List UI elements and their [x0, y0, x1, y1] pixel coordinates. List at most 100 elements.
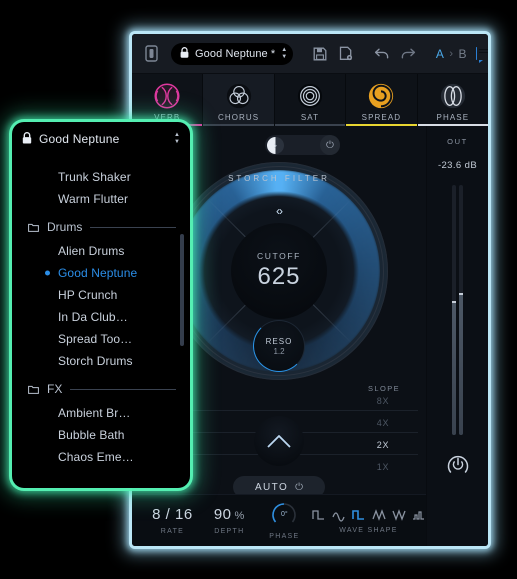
ramp-down-wave-icon[interactable] — [391, 507, 406, 522]
slope-option-2x[interactable]: 2X — [366, 440, 400, 450]
auto-power-icon[interactable]: ⏻ — [295, 482, 303, 493]
preset-browser-header[interactable]: Good Neptune ▲ ▼ — [12, 122, 190, 156]
lock-icon — [180, 46, 189, 61]
module-power-button[interactable]: ⏻ — [320, 135, 340, 155]
step-wave-icon[interactable] — [411, 507, 426, 522]
waveshape-options — [311, 507, 426, 522]
phase-icon — [440, 83, 465, 108]
tab-label: SAT — [300, 112, 320, 122]
ab-slot-a[interactable]: A — [436, 47, 445, 61]
list-item[interactable]: Storch Drums — [12, 350, 190, 372]
preset-browser-stepper[interactable]: ▲ ▼ — [174, 132, 180, 145]
slope-option-1x[interactable]: 1X — [366, 462, 400, 472]
spread-icon — [369, 83, 394, 108]
list-item[interactable]: Alien Drums — [12, 240, 190, 262]
phase-knob[interactable]: 0° — [271, 502, 297, 528]
comment-icon[interactable] — [476, 47, 488, 63]
ab-compare[interactable]: A › B — [436, 47, 467, 61]
list-item[interactable]: Warm Flutter — [12, 188, 190, 210]
saw-up-wave-icon[interactable] — [311, 507, 326, 522]
phase-label: PHASE — [269, 532, 300, 540]
preset-browser-title: Good Neptune — [39, 132, 120, 146]
tab-sat[interactable]: SAT — [274, 74, 347, 126]
depth-value: 90% — [213, 506, 245, 523]
list-item-selected[interactable]: Good Neptune — [12, 262, 190, 284]
list-item[interactable]: In Da Club… — [12, 306, 190, 328]
sine-wave-icon[interactable] — [331, 507, 346, 522]
ab-separator: › — [449, 47, 454, 60]
group-label: Drums — [47, 220, 83, 234]
undo-icon[interactable] — [374, 44, 391, 63]
group-rule — [90, 226, 176, 228]
preset-group-fx[interactable]: FX — [12, 376, 190, 402]
waveshape-label: WAVE SHAPE — [339, 527, 398, 534]
screenshot-root: Good Neptune * ▲ ▼ A › B VERB CHORUS SAT… — [0, 0, 517, 579]
tab-phase[interactable]: PHASE — [417, 74, 488, 126]
preset-selector[interactable]: Good Neptune * ▲ ▼ — [171, 42, 293, 65]
rate-value: 8 / 16 — [152, 506, 193, 523]
list-item[interactable]: Ambient Br… — [12, 402, 190, 424]
tab-label: SPREAD — [361, 112, 402, 122]
storch-filter-dial[interactable]: STORCH FILTER ‹› CUTOFF 625 RESO 1.2 — [170, 162, 388, 380]
lock-icon — [22, 131, 32, 147]
preset-group-drums[interactable]: Drums — [12, 214, 190, 240]
bandpass-glyph-icon — [267, 435, 291, 448]
reso-knob[interactable]: RESO 1.2 — [253, 320, 305, 372]
preset-browser: Good Neptune ▲ ▼ Trunk Shaker Warm Flutte… — [12, 122, 190, 488]
reso-label: RESO — [265, 336, 293, 346]
cutoff-value: 625 — [257, 263, 301, 290]
verb-icon — [154, 82, 180, 109]
dial-chevron-icon[interactable]: ‹› — [170, 204, 388, 218]
auto-label: AUTO — [254, 481, 289, 493]
meter-bar-left — [452, 185, 456, 435]
slider-handle[interactable]: › — [267, 136, 284, 154]
cutoff-label: CUTOFF — [257, 251, 301, 261]
list-item[interactable]: Bubble Bath — [12, 424, 190, 446]
folder-icon — [28, 223, 39, 232]
square-wave-icon[interactable] — [351, 507, 366, 522]
slope-option-8x[interactable]: 8X — [366, 396, 400, 406]
cutoff-readout[interactable]: CUTOFF 625 — [231, 223, 327, 319]
preset-name-label: Good Neptune * — [195, 47, 276, 60]
depth-label: DEPTH — [214, 528, 245, 535]
list-item[interactable]: Trunk Shaker — [12, 166, 190, 188]
tab-chorus[interactable]: CHORUS — [203, 74, 275, 126]
tab-label: VERB — [154, 112, 181, 122]
list-item[interactable]: Spread Too… — [12, 328, 190, 350]
slope-option-4x[interactable]: 4X — [366, 418, 400, 428]
list-item[interactable]: Chaos Eme… — [12, 446, 190, 468]
lfo-shape-button[interactable] — [254, 416, 304, 466]
depth-control[interactable]: 90% DEPTH — [201, 506, 258, 535]
slope-label: SLOPE — [367, 384, 400, 393]
toolbar: Good Neptune * ▲ ▼ A › B — [132, 34, 488, 74]
chorus-icon — [226, 83, 251, 108]
save-as-icon[interactable] — [337, 44, 354, 63]
group-rule — [70, 388, 176, 390]
depth-unit: % — [234, 510, 245, 522]
meter-bar-right — [459, 185, 463, 435]
output-section: OUT -23.6 dB — [426, 126, 488, 546]
tab-spread[interactable]: SPREAD — [346, 74, 418, 126]
ab-slot-b[interactable]: B — [459, 47, 468, 61]
preset-stepper[interactable]: ▲ ▼ — [281, 47, 287, 60]
output-meter[interactable] — [451, 185, 465, 435]
preset-list-scrollbar[interactable] — [180, 234, 184, 346]
output-power-button[interactable] — [444, 451, 472, 479]
bypass-slider[interactable]: › ⏻ — [265, 135, 340, 155]
output-label: OUT — [447, 137, 468, 146]
redo-icon[interactable] — [400, 44, 417, 63]
group-label: FX — [47, 382, 63, 396]
rate-control[interactable]: 8 / 16 RATE — [144, 506, 201, 535]
save-icon[interactable] — [311, 44, 328, 63]
tab-label: PHASE — [436, 112, 470, 122]
list-item[interactable]: HP Crunch — [12, 284, 190, 306]
plugin-badge-icon[interactable] — [143, 44, 160, 63]
lfo-bottom-bar: 8 / 16 RATE 90% DEPTH 0° PHASE WAVE SHAP… — [132, 494, 426, 546]
tab-label: CHORUS — [217, 112, 260, 122]
waveshape-control: WAVE SHAPE — [311, 507, 426, 534]
rate-label: RATE — [160, 528, 185, 535]
triangle-wave-icon[interactable] — [371, 507, 386, 522]
phase-control[interactable]: 0° PHASE — [258, 502, 311, 540]
tab-verb[interactable]: VERB — [132, 74, 204, 126]
folder-icon — [28, 385, 39, 394]
